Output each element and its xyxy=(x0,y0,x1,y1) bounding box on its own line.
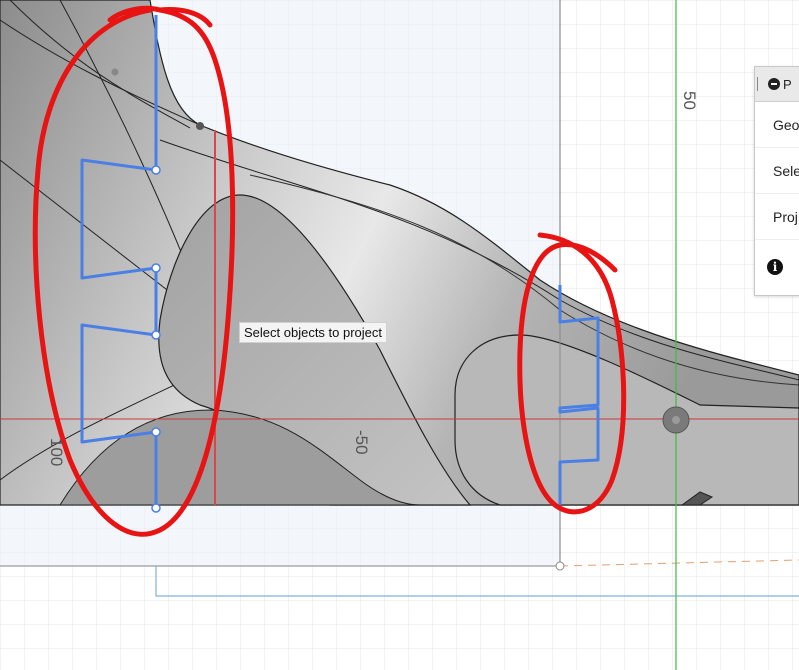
dimension-label-minus-50: -50 xyxy=(352,430,371,455)
project-dialog-header[interactable]: P xyxy=(755,67,799,102)
origin-icon-center xyxy=(672,416,680,424)
geometry-row[interactable]: Geo xyxy=(755,102,799,148)
vertex-point xyxy=(111,68,119,76)
drag-handle-icon[interactable] xyxy=(757,77,764,91)
corner-point xyxy=(555,561,565,571)
stop-icon[interactable] xyxy=(768,78,780,90)
dimension-label-50: 50 xyxy=(680,91,699,110)
sketch-point[interactable] xyxy=(151,503,161,513)
projection-link-label: Proj xyxy=(773,208,798,225)
geometry-label: Geo xyxy=(773,116,799,133)
select-objects-tooltip: Select objects to project xyxy=(239,322,388,343)
vertex-point xyxy=(196,122,204,130)
projection-link-row[interactable]: Proj xyxy=(755,194,799,240)
3d-viewport[interactable]: 50 -50 100 Select objects to project P G… xyxy=(0,0,799,670)
selection-filter-label: Sele xyxy=(773,162,799,179)
sketch-point[interactable] xyxy=(151,263,161,273)
sketch-point[interactable] xyxy=(151,165,161,175)
info-icon[interactable]: i xyxy=(767,259,783,275)
sketch-point[interactable] xyxy=(151,427,161,437)
sketch-point[interactable] xyxy=(151,330,161,340)
project-dialog-footer: i xyxy=(755,240,799,294)
project-dialog-title: P xyxy=(783,76,792,92)
selection-filter-row[interactable]: Sele xyxy=(755,148,799,194)
dimension-label-100: 100 xyxy=(47,438,66,467)
project-dialog[interactable]: P Geo Sele Proj i xyxy=(754,66,799,296)
